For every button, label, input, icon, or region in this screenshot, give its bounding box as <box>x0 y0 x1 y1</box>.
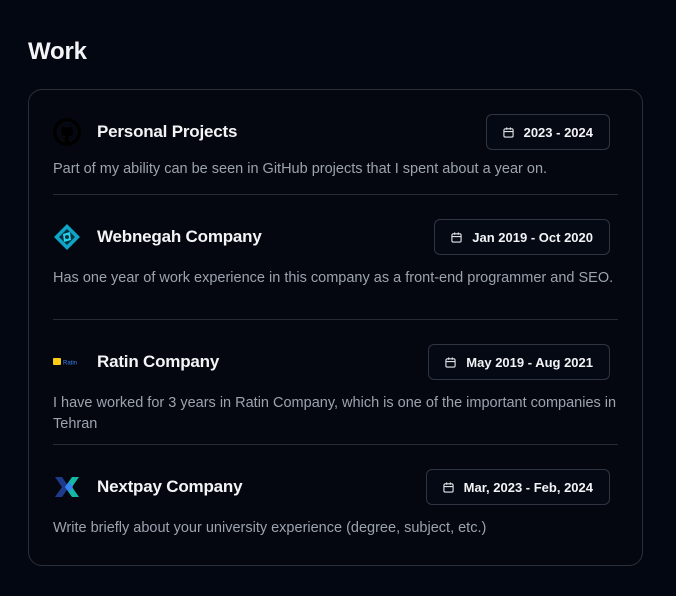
date-badge: Mar, 2023 - Feb, 2024 <box>425 469 610 505</box>
date-range: Mar, 2023 - Feb, 2024 <box>463 479 593 495</box>
company-name: Personal Projects <box>97 122 238 141</box>
work-item: Webnegah Company Jan 2019 - Oct 2020 Has… <box>53 195 618 320</box>
calendar-icon <box>445 356 456 368</box>
date-range: 2023 - 2024 <box>523 124 593 140</box>
company-name: Webnegah Company <box>97 227 262 246</box>
date-badge: May 2019 - Aug 2021 <box>428 344 610 380</box>
work-page: Work Personal Projects 2023 - 2024 Part … <box>0 0 676 596</box>
date-range: May 2019 - Aug 2021 <box>466 354 593 370</box>
ratin-logo-text: Ratin <box>63 361 77 367</box>
work-item-header: Webnegah Company Jan 2019 - Oct 2020 <box>53 219 618 255</box>
calendar-icon <box>502 126 514 138</box>
work-item-header: Personal Projects 2023 - 2024 <box>53 114 618 150</box>
date-badge: Jan 2019 - Oct 2020 <box>434 219 610 255</box>
work-description: Has one year of work experience in this … <box>53 270 614 286</box>
work-description: I have worked for 3 years in Ratin Compa… <box>53 395 617 432</box>
company-name: Ratin Company <box>97 352 220 371</box>
ratin-logo-icon: Ratin <box>53 348 81 376</box>
github-icon <box>53 118 81 146</box>
webnegah-logo-icon <box>53 223 81 251</box>
section-title: Work <box>28 38 87 65</box>
work-item-header: Nextpay Company Mar, 2023 - Feb, 2024 <box>53 469 618 505</box>
work-item-header: Ratin Ratin Company May 2019 - Aug 2021 <box>53 344 618 380</box>
work-item: Personal Projects 2023 - 2024 Part of my… <box>53 90 618 195</box>
nextpay-logo-icon <box>53 473 81 501</box>
date-badge: 2023 - 2024 <box>485 114 610 150</box>
work-item: Nextpay Company Mar, 2023 - Feb, 2024 Wr… <box>53 445 618 565</box>
work-description: Write briefly about your university expe… <box>53 520 487 536</box>
calendar-icon <box>443 481 454 493</box>
work-card: Personal Projects 2023 - 2024 Part of my… <box>28 89 643 566</box>
calendar-icon <box>451 231 462 243</box>
company-name: Nextpay Company <box>97 477 243 496</box>
work-item: Ratin Ratin Company May 2019 - Aug 2021 … <box>53 320 618 445</box>
date-range: Jan 2019 - Oct 2020 <box>472 229 593 245</box>
work-description: Part of my ability can be seen in GitHub… <box>53 161 548 177</box>
